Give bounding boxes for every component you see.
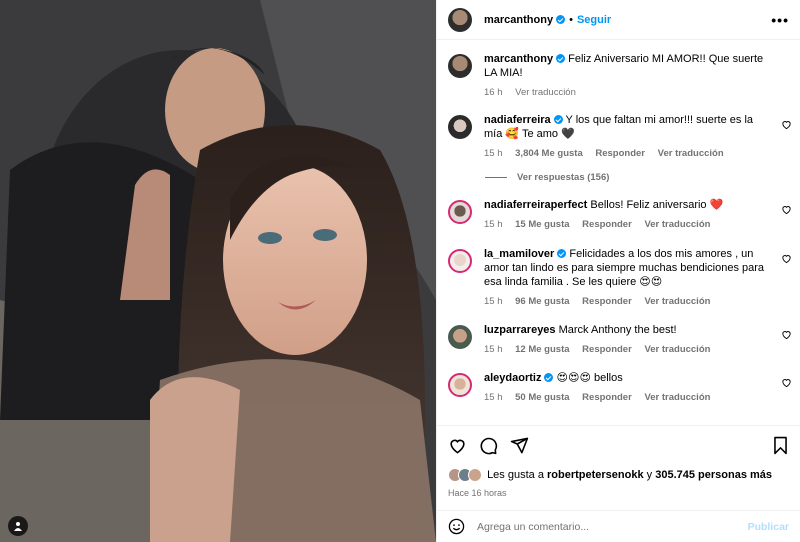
heart-icon[interactable]: [781, 204, 792, 215]
publish-button[interactable]: Publicar: [748, 521, 789, 533]
likes-prefix: Les gusta a: [487, 469, 544, 481]
view-replies-button[interactable]: Ver respuestas (156): [485, 172, 609, 183]
verified-icon: [553, 115, 563, 124]
comment-item: nadiaferreira Y los que faltan mi amor!!…: [448, 113, 792, 161]
comment-username[interactable]: nadiaferreira: [484, 114, 551, 126]
translate-button[interactable]: Ver traducción: [644, 392, 710, 403]
comment-likes[interactable]: 15 Me gusta: [515, 219, 569, 230]
caption-username[interactable]: marcanthony: [484, 53, 553, 65]
comment-text: Bellos! Feliz aniversario ❤️: [590, 199, 724, 211]
comment-avatar[interactable]: [448, 115, 472, 139]
comment-input[interactable]: Agrega un comentario...: [477, 521, 748, 533]
comment-item: nadiaferreiraperfect Bellos! Feliz anive…: [448, 198, 792, 232]
likes-joiner: y: [646, 469, 653, 481]
comment-item: aleydaortiz 😍😍😍 bellos 15 h 50 Me gusta …: [448, 371, 792, 405]
likes-summary[interactable]: Les gusta a robertpetersenokk y 305.745 …: [448, 468, 789, 482]
comment-username[interactable]: nadiaferreiraperfect: [484, 199, 587, 211]
replies-line: [485, 177, 507, 178]
comment-avatar[interactable]: [448, 373, 472, 397]
comment-text: Marck Anthony the best!: [558, 324, 677, 336]
comment-time[interactable]: 15 h: [484, 148, 503, 159]
verified-icon: [557, 249, 567, 258]
caption-translate[interactable]: Ver traducción: [515, 87, 576, 98]
translate-button[interactable]: Ver traducción: [658, 148, 724, 159]
liker-avatar: [468, 468, 482, 482]
caption: marcanthony Feliz Aniversario MI AMOR!! …: [448, 52, 792, 100]
comment-time[interactable]: 15 h: [484, 392, 503, 403]
heart-icon[interactable]: [781, 377, 792, 388]
comment-username[interactable]: la_mamilover: [484, 248, 554, 260]
person-icon: [14, 522, 22, 531]
emoji-icon[interactable]: [448, 518, 465, 535]
bookmark-icon[interactable]: [772, 436, 789, 455]
comment-likes[interactable]: 50 Me gusta: [515, 392, 569, 403]
post-header: marcanthony • Seguir •••: [437, 0, 800, 40]
comment-likes[interactable]: 3,804 Me gusta: [515, 148, 583, 159]
more-icon[interactable]: •••: [771, 12, 789, 28]
share-icon[interactable]: [510, 436, 529, 455]
translate-button[interactable]: Ver traducción: [644, 344, 710, 355]
translate-button[interactable]: Ver traducción: [644, 296, 710, 307]
reply-button[interactable]: Responder: [595, 148, 645, 159]
user-tag-button[interactable]: [8, 516, 28, 536]
reply-button[interactable]: Responder: [582, 344, 632, 355]
author-avatar[interactable]: [448, 7, 472, 32]
translate-button[interactable]: Ver traducción: [644, 219, 710, 230]
posted-time[interactable]: Hace 16 horas: [448, 488, 789, 498]
comment-text: 😍😍😍 bellos: [556, 372, 623, 384]
heart-icon[interactable]: [781, 119, 792, 130]
comment-avatar[interactable]: [448, 200, 472, 224]
post-actions: Les gusta a robertpetersenokk y 305.745 …: [437, 425, 800, 510]
post-side-panel: marcanthony • Seguir ••• marcanthony Fel…: [436, 0, 800, 542]
like-heart-icon[interactable]: [448, 436, 467, 455]
comment-likes[interactable]: 96 Me gusta: [515, 296, 569, 307]
post-photo[interactable]: [0, 0, 436, 542]
comment-item: la_mamilover Felicidades a los dos mis a…: [448, 247, 792, 309]
follow-button[interactable]: Seguir: [577, 14, 611, 26]
heart-icon[interactable]: [781, 253, 792, 264]
verified-icon: [556, 15, 566, 24]
comment-username[interactable]: aleydaortiz: [484, 372, 541, 384]
view-replies-label[interactable]: Ver respuestas (156): [517, 172, 609, 183]
reply-button[interactable]: Responder: [582, 296, 632, 307]
comment-avatar[interactable]: [448, 325, 472, 349]
comment-time[interactable]: 15 h: [484, 296, 503, 307]
liker-avatars: [448, 468, 482, 482]
likes-count[interactable]: 305.745 personas más: [655, 469, 772, 481]
comment-likes[interactable]: 12 Me gusta: [515, 344, 569, 355]
reply-button[interactable]: Responder: [582, 392, 632, 403]
reply-button[interactable]: Responder: [582, 219, 632, 230]
comment-time[interactable]: 15 h: [484, 344, 503, 355]
author-username[interactable]: marcanthony: [484, 14, 553, 26]
comment-item: luzparrareyes Marck Anthony the best! 15…: [448, 323, 792, 357]
caption-time[interactable]: 16 h: [484, 87, 503, 98]
verified-icon: [556, 54, 566, 63]
comment-icon[interactable]: [479, 436, 498, 455]
comments-list[interactable]: marcanthony Feliz Aniversario MI AMOR!! …: [437, 41, 800, 424]
liker-username[interactable]: robertpetersenokk: [547, 469, 644, 481]
author-avatar[interactable]: [448, 54, 472, 78]
comment-time[interactable]: 15 h: [484, 219, 503, 230]
comment-username[interactable]: luzparrareyes: [484, 324, 556, 336]
heart-icon[interactable]: [781, 329, 792, 340]
dot-separator: •: [569, 13, 573, 26]
photo-illustration: [0, 0, 436, 542]
add-comment-bar: Agrega un comentario... Publicar: [437, 510, 800, 542]
verified-icon: [544, 373, 554, 382]
comment-avatar[interactable]: [448, 249, 472, 273]
